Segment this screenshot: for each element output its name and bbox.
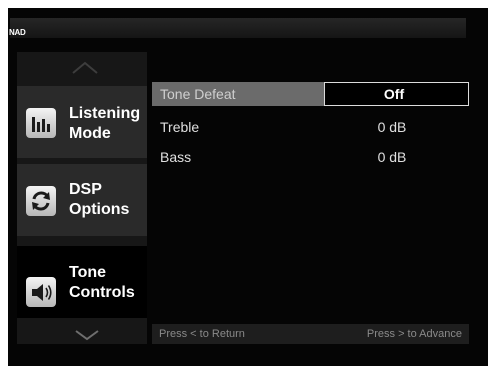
setting-row-treble[interactable]: Treble 0 dB bbox=[152, 116, 469, 138]
brand-logo: NAD bbox=[9, 28, 26, 37]
setting-row-bass[interactable]: Bass 0 dB bbox=[152, 146, 469, 168]
advance-hint: Press > to Advance bbox=[366, 328, 462, 340]
setting-label: Treble bbox=[160, 119, 200, 135]
return-hint: Press < to Return bbox=[159, 328, 245, 340]
setting-value: 0 dB bbox=[377, 149, 407, 165]
sidebar-item-listening-mode[interactable]: Listening Mode bbox=[17, 86, 147, 158]
setting-value: Off bbox=[383, 86, 405, 102]
setting-label: Tone Defeat bbox=[160, 86, 236, 102]
chevron-up-icon[interactable] bbox=[70, 58, 100, 76]
sidebar-item-label: Listening Mode bbox=[69, 105, 141, 142]
top-bar bbox=[10, 18, 466, 38]
equalizer-icon bbox=[26, 108, 56, 138]
chevron-down-icon[interactable] bbox=[72, 327, 102, 343]
refresh-cycle-icon bbox=[26, 186, 56, 216]
sidebar-item-tone-controls[interactable]: Tone Controls bbox=[17, 246, 147, 318]
setting-label: Bass bbox=[160, 149, 192, 165]
setting-row-tone-defeat[interactable]: Tone Defeat Off bbox=[152, 82, 469, 106]
sidebar-item-label: DSP Options bbox=[69, 181, 130, 218]
footer-hint-bar: Press < to Return Press > to Advance bbox=[152, 324, 469, 344]
speaker-icon bbox=[26, 277, 56, 307]
setting-value: 0 dB bbox=[377, 119, 407, 135]
sidebar-item-label: Tone Controls bbox=[69, 264, 135, 301]
sidebar-item-dsp-options[interactable]: DSP Options bbox=[17, 164, 147, 236]
